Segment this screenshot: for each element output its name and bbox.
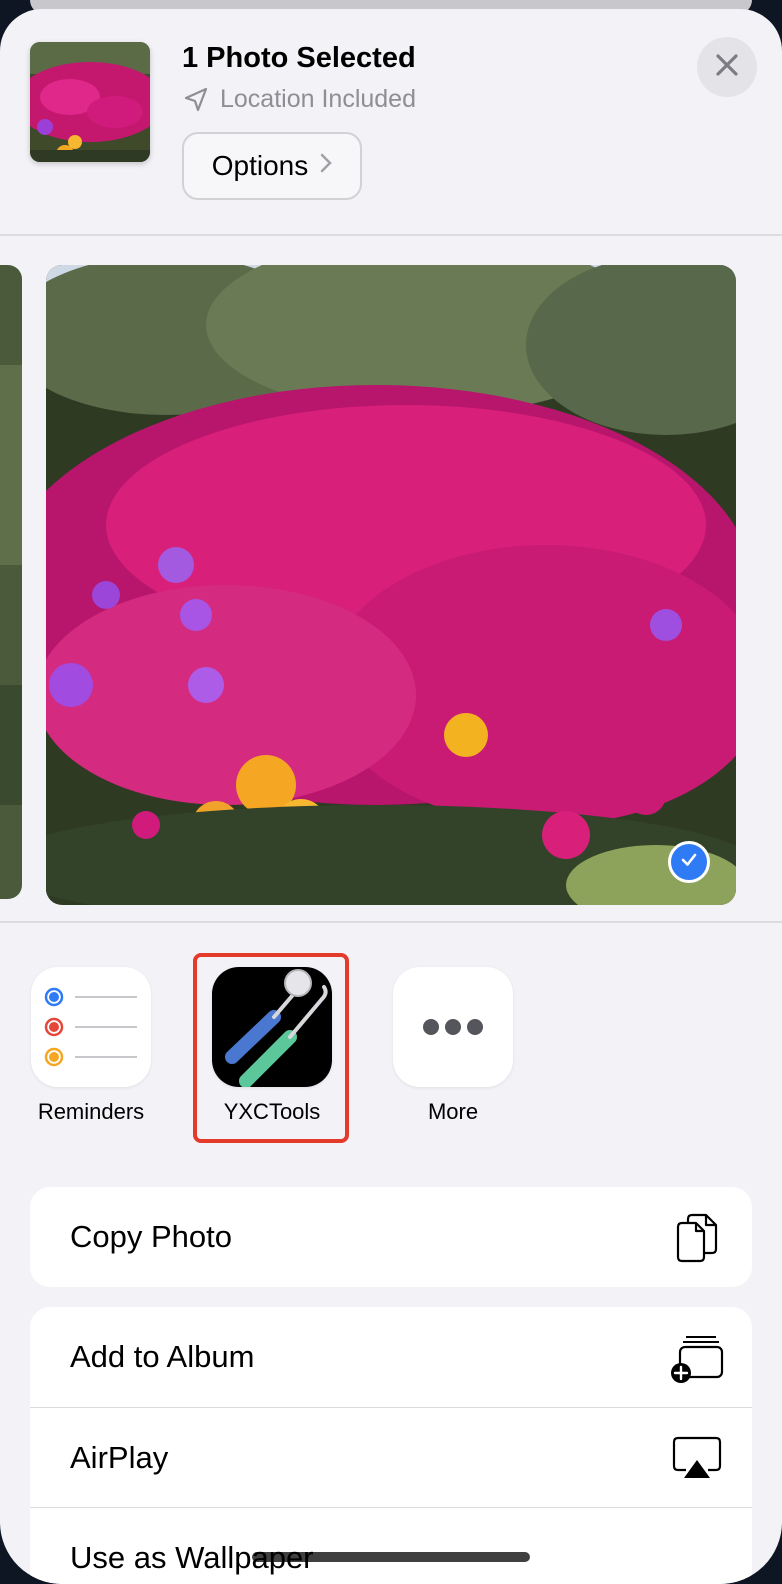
photo-carousel[interactable] — [0, 243, 782, 923]
app-label-more: More — [427, 1099, 479, 1124]
selected-photo[interactable] — [46, 265, 736, 905]
selected-checkmark[interactable] — [668, 841, 710, 883]
airplay-label: AirPlay — [70, 1439, 169, 1475]
app-label-reminders: Reminders — [37, 1099, 145, 1124]
close-button[interactable] — [697, 37, 757, 97]
copy-photo-label: Copy Photo — [70, 1219, 232, 1254]
location-arrow-icon — [182, 86, 210, 114]
selection-title: 1 Photo Selected — [182, 42, 416, 74]
thumbnail-image — [30, 42, 150, 162]
home-indicator[interactable] — [252, 1552, 530, 1562]
location-label: Location Included — [220, 85, 416, 113]
app-more[interactable]: More — [383, 967, 523, 1125]
highlight-box — [193, 953, 349, 1143]
checkmark-icon — [679, 850, 699, 875]
action-group-main: Add to Album AirPlay Use as Wallpaper — [30, 1307, 752, 1584]
app-reminders[interactable]: Reminders — [21, 967, 161, 1125]
copy-photo-action[interactable]: Copy Photo — [30, 1187, 752, 1287]
share-header: 1 Photo Selected Location Included Optio… — [0, 9, 782, 234]
add-to-album-label: Add to Album — [70, 1339, 255, 1374]
chevron-right-icon — [320, 152, 333, 180]
airplay-action[interactable]: AirPlay — [30, 1407, 752, 1507]
share-apps-row: Reminders YXCTools More — [0, 939, 782, 1149]
add-to-album-action[interactable]: Add to Album — [30, 1307, 752, 1407]
add-album-icon — [670, 1333, 724, 1383]
previous-photo[interactable] — [0, 265, 22, 899]
header-divider — [0, 234, 782, 236]
flower-photo-image — [46, 265, 736, 905]
airplay-icon — [670, 1434, 724, 1484]
options-label: Options — [211, 150, 309, 181]
copy-icon — [670, 1213, 724, 1263]
reminders-icon — [31, 967, 151, 1087]
use-as-wallpaper-action[interactable]: Use as Wallpaper — [30, 1507, 752, 1584]
photo-thumbnail — [30, 42, 150, 162]
share-sheet: 1 Photo Selected Location Included Optio… — [0, 9, 782, 1584]
close-icon — [715, 53, 739, 82]
location-status: Location Included — [182, 85, 416, 114]
options-button[interactable]: Options — [182, 132, 362, 200]
more-icon — [393, 967, 513, 1087]
previous-photo-image — [0, 265, 22, 899]
photo-divider — [0, 921, 782, 923]
action-group-copy: Copy Photo — [30, 1187, 752, 1287]
